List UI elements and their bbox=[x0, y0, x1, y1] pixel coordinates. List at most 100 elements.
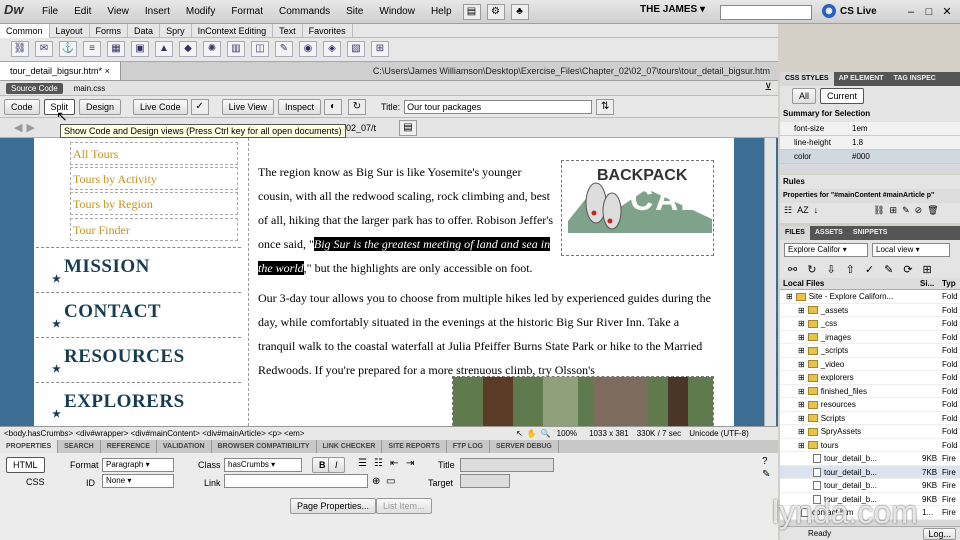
tab-site-reports[interactable]: SITE REPORTS bbox=[382, 440, 447, 453]
live-code-button[interactable]: Live Code bbox=[133, 98, 188, 115]
hand-tool-icon[interactable]: ✋ bbox=[527, 429, 537, 438]
site-select[interactable]: Explore Califor ▾ bbox=[784, 243, 868, 257]
menu-commands[interactable]: Commands bbox=[271, 0, 338, 24]
menu-edit[interactable]: Edit bbox=[66, 0, 99, 24]
css-property-row[interactable]: font-size 1em bbox=[780, 122, 960, 136]
point-to-file-icon[interactable]: ⊕ bbox=[372, 476, 380, 487]
list-item-button[interactable]: List Item... bbox=[376, 498, 432, 514]
section-contact[interactable]: ★ CONTACT bbox=[36, 292, 241, 336]
help-icon[interactable]: ? bbox=[762, 456, 768, 467]
insert-tab-data[interactable]: Data bbox=[128, 23, 161, 38]
expand-toggle-icon[interactable]: ⊞ bbox=[798, 427, 805, 436]
all-button[interactable]: All bbox=[792, 88, 817, 104]
design-view[interactable]: All Tours Tours by Activity Tours by Reg… bbox=[0, 138, 778, 426]
get-files-icon[interactable]: ⇩ bbox=[826, 263, 835, 276]
file-row[interactable]: tour_detail_b... 7KB Fire bbox=[780, 465, 960, 479]
back-icon[interactable]: ◀ bbox=[14, 121, 22, 134]
section-resources[interactable]: ★ RESOURCES bbox=[36, 337, 241, 381]
code-view-button[interactable]: Code bbox=[4, 98, 40, 115]
file-row[interactable]: tour_detail_b... 9KB Fire bbox=[780, 479, 960, 493]
main-article[interactable]: The region know as Big Sur is like Yosem… bbox=[258, 160, 716, 382]
connect-icon[interactable]: ⚯ bbox=[788, 263, 797, 276]
anchor-icon[interactable]: ⚓ bbox=[59, 41, 77, 57]
head-icon[interactable]: ◉ bbox=[299, 41, 317, 57]
title-field[interactable] bbox=[460, 458, 554, 472]
browse-folder-icon[interactable]: ▭ bbox=[386, 476, 395, 487]
file-row[interactable]: ⊞ tours Fold bbox=[780, 438, 960, 452]
nav-link-tour-finder[interactable]: Tour Finder bbox=[70, 218, 238, 241]
related-file-source[interactable]: Source Code bbox=[6, 82, 63, 94]
filter-icon[interactable]: ⊻ bbox=[765, 82, 772, 93]
css-property-row[interactable]: color #000 bbox=[780, 150, 960, 164]
tag-selector[interactable]: <body.hasCrumbs> <div#wrapper> <div#main… bbox=[0, 429, 500, 438]
expand-toggle-icon[interactable]: ⊞ bbox=[798, 346, 805, 355]
insert-tab-common[interactable]: Common bbox=[0, 23, 50, 38]
disable-icon[interactable]: ⊘ bbox=[915, 205, 923, 216]
maximize-icon[interactable]: □ bbox=[922, 5, 936, 19]
file-row[interactable]: ⊞ Scripts Fold bbox=[780, 411, 960, 425]
paragraph-1[interactable]: The region know as Big Sur is like Yosem… bbox=[258, 160, 558, 280]
expand-toggle-icon[interactable]: ⊞ bbox=[798, 360, 805, 369]
expand-toggle-icon[interactable]: ⊞ bbox=[798, 441, 805, 450]
file-row[interactable]: ⊞ finished_files Fold bbox=[780, 384, 960, 398]
id-select[interactable]: None ▾ bbox=[102, 474, 174, 488]
indent-icon[interactable]: ⇥ bbox=[406, 458, 414, 469]
delete-icon[interactable]: 🗑 bbox=[927, 205, 938, 216]
templates-icon[interactable]: ▧ bbox=[347, 41, 365, 57]
view-select[interactable]: Local view ▾ bbox=[872, 243, 950, 257]
file-row[interactable]: ⊞ _images Fold bbox=[780, 330, 960, 344]
col-type[interactable]: Typ bbox=[942, 279, 960, 288]
table-icon[interactable]: ▦ bbox=[107, 41, 125, 57]
menu-insert[interactable]: Insert bbox=[137, 0, 178, 24]
check-out-icon[interactable]: ✓ bbox=[865, 263, 874, 276]
tab-properties[interactable]: PROPERTIES bbox=[0, 440, 59, 453]
tab-css-styles[interactable]: CSS STYLES bbox=[780, 72, 834, 86]
expand-toggle-icon[interactable]: ⊞ bbox=[798, 306, 805, 315]
menu-file[interactable]: File bbox=[34, 0, 66, 24]
insert-tab-spry[interactable]: Spry bbox=[160, 23, 192, 38]
insert-tab-layout[interactable]: Layout bbox=[50, 23, 90, 38]
menu-site[interactable]: Site bbox=[338, 0, 371, 24]
class-select[interactable]: hasCrumbs ▾ bbox=[224, 458, 302, 472]
tab-snippets[interactable]: SNIPPETS bbox=[848, 226, 893, 240]
menu-window[interactable]: Window bbox=[371, 0, 423, 24]
search-input[interactable] bbox=[720, 5, 812, 20]
vertical-scrollbar[interactable] bbox=[764, 138, 776, 426]
tab-reference[interactable]: REFERENCE bbox=[101, 440, 157, 453]
tag-chooser-icon[interactable]: ⊞ bbox=[371, 41, 389, 57]
expand-toggle-icon[interactable]: ⊞ bbox=[798, 319, 805, 328]
expand-toggle-icon[interactable]: ⊞ bbox=[786, 292, 793, 301]
browser-check-icon[interactable]: ✓ bbox=[190, 98, 209, 115]
nav-link-by-activity[interactable]: Tours by Activity bbox=[70, 167, 238, 190]
edit-rule-icon[interactable]: ✎ bbox=[902, 205, 910, 216]
expand-toggle-icon[interactable]: ⊞ bbox=[798, 400, 805, 409]
new-rule-icon[interactable]: ⊞ bbox=[890, 205, 898, 216]
col-size[interactable]: Si... bbox=[920, 279, 942, 288]
cs-live-button[interactable]: ◉ CS Live bbox=[822, 4, 877, 18]
unordered-list-icon[interactable]: ☰ bbox=[358, 458, 367, 469]
attach-style-icon[interactable]: ⛓ bbox=[873, 205, 884, 216]
images-icon[interactable]: ▲ bbox=[155, 41, 173, 57]
paragraph-2[interactable]: Our 3-day tour allows you to choose from… bbox=[258, 280, 716, 382]
insert-tab-favorites[interactable]: Favorites bbox=[303, 23, 353, 38]
expand-toggle-icon[interactable]: ⊞ bbox=[798, 414, 805, 423]
widget-icon[interactable]: ✺ bbox=[203, 41, 221, 57]
workspace-switcher[interactable]: THE JAMES ▾ bbox=[640, 4, 705, 15]
minimize-icon[interactable]: – bbox=[904, 5, 918, 19]
close-icon[interactable]: ✕ bbox=[940, 5, 954, 19]
menu-format[interactable]: Format bbox=[223, 0, 271, 24]
file-row[interactable]: ⊞ Site - Explore Californ... Fold bbox=[780, 290, 960, 304]
server-include-icon[interactable]: ◫ bbox=[251, 41, 269, 57]
html-mode-button[interactable]: HTML bbox=[6, 457, 45, 473]
insert-tab-text[interactable]: Text bbox=[273, 23, 303, 38]
file-management-icon[interactable]: ⇅ bbox=[596, 98, 615, 115]
tab-files[interactable]: FILES bbox=[780, 226, 810, 240]
target-select[interactable] bbox=[460, 474, 510, 488]
refresh-icon[interactable]: ↻ bbox=[347, 98, 366, 115]
menu-view[interactable]: View bbox=[99, 0, 137, 24]
sync-icon[interactable]: ⟳ bbox=[903, 263, 912, 276]
format-select[interactable]: Paragraph ▾ bbox=[102, 458, 174, 472]
preview-browser-icon[interactable]: ◐ bbox=[323, 98, 342, 115]
expand-toggle-icon[interactable]: ⊞ bbox=[798, 373, 805, 382]
document-tab[interactable]: tour_detail_bigsur.htm* × bbox=[0, 62, 121, 80]
